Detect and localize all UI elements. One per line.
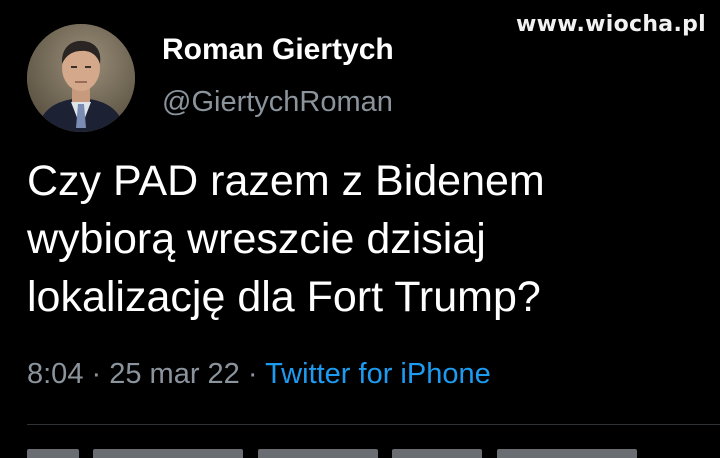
watermark: www.wiocha.pl	[516, 12, 706, 37]
author-avatar[interactable]	[27, 24, 135, 132]
tweet-text-line: wybiorą wreszcie dzisiaj	[27, 215, 486, 263]
tweet-text-line: lokalizację dla Fort Trump?	[27, 273, 541, 321]
meta-separator: ·	[239, 358, 266, 390]
divider	[27, 424, 720, 425]
author-handle[interactable]: @GiertychRoman	[162, 86, 393, 119]
cropped-bottom-edge-fragment	[27, 447, 720, 458]
tweet-card: www.wiocha.pl Roman Giertych @GiertychRo…	[0, 0, 720, 458]
tweet-meta: 8:04 · 25 mar 22 · Twitter for iPhone	[27, 358, 491, 391]
tweet-source-link[interactable]: Twitter for iPhone	[265, 358, 491, 390]
cropped-top-edge-fragment	[210, 0, 250, 4]
tweet-text-line: Czy PAD razem z Bidenem	[27, 157, 545, 205]
tweet-time[interactable]: 8:04	[27, 358, 83, 390]
meta-separator: ·	[83, 358, 110, 390]
author-name[interactable]: Roman Giertych	[162, 33, 394, 67]
tweet-date[interactable]: 25 mar 22	[109, 358, 240, 390]
avatar-portrait-image	[27, 24, 135, 132]
tweet-text: Czy PAD razem z Bidenem wybiorą wreszcie…	[27, 152, 707, 326]
